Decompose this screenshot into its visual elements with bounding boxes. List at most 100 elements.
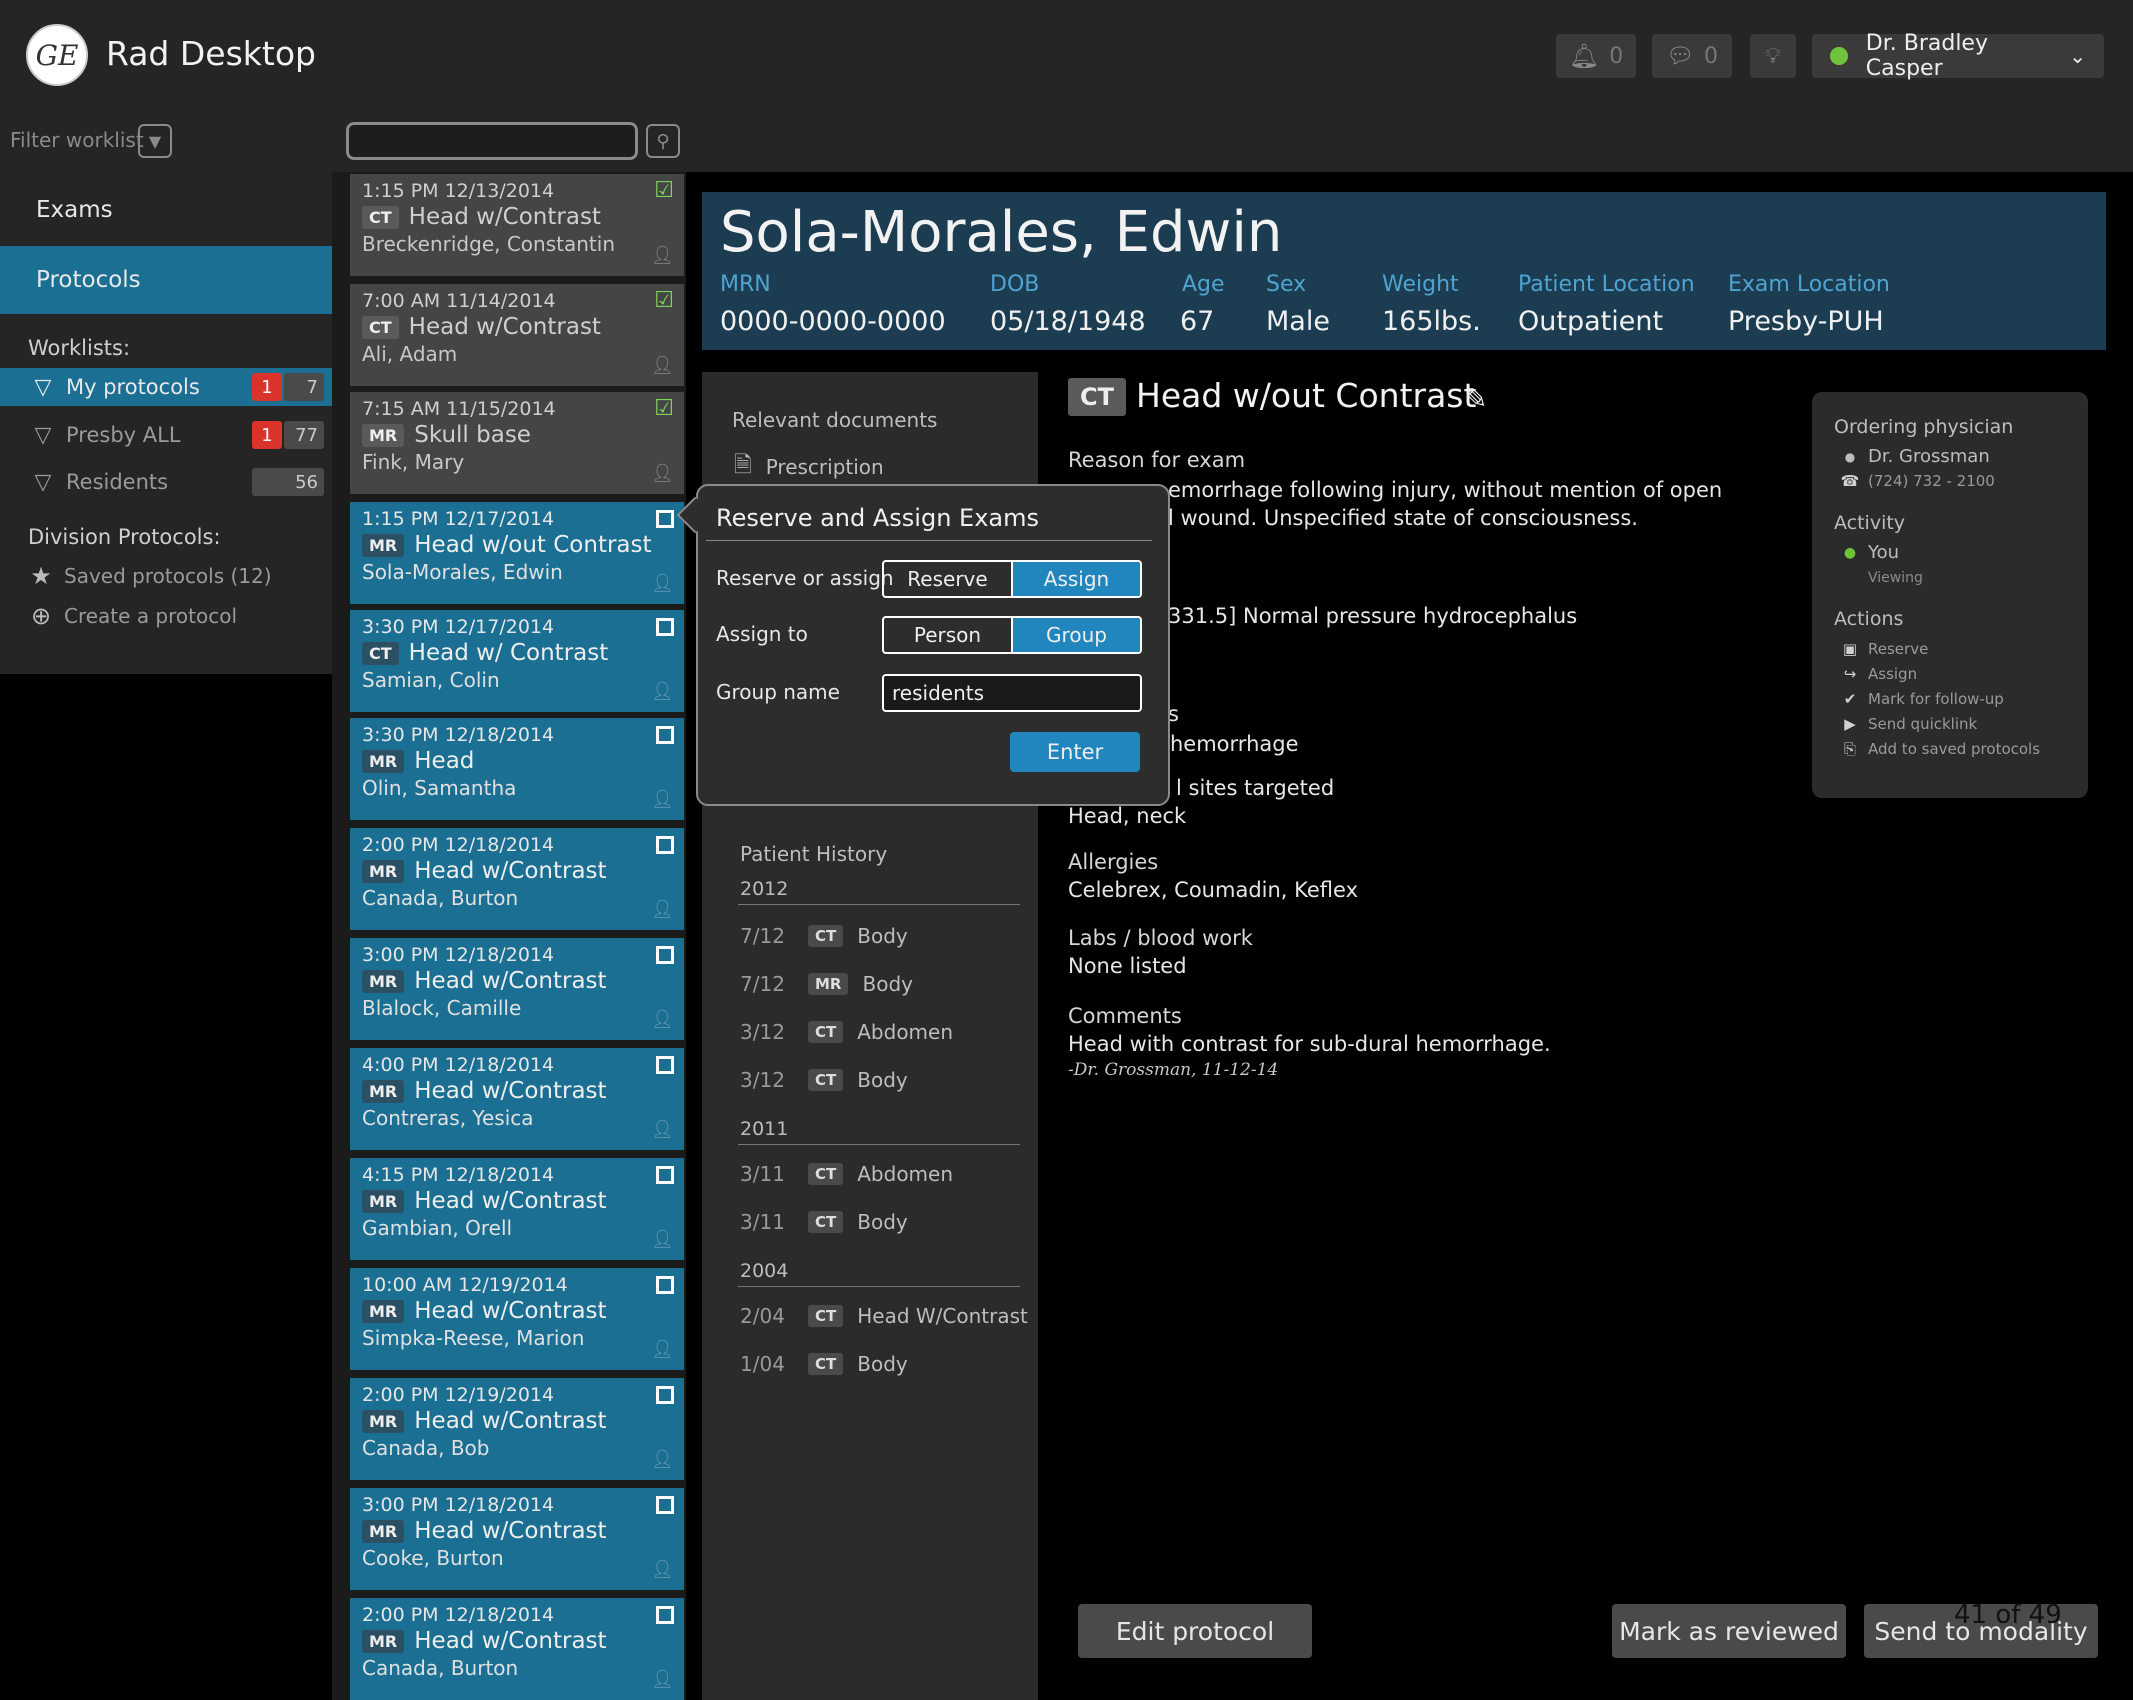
ordering-physician-phone[interactable]: ☎ (724) 732 - 2100 (1840, 472, 1995, 490)
worklist-card[interactable]: 3:00 PM 12/18/2014 MR Head w/Contrast Cooke… (350, 1488, 684, 1590)
checkbox[interactable] (656, 726, 674, 744)
worklist-my-protocols[interactable]: ▽ My protocols 1 7 (0, 368, 332, 406)
person-icon: 👤︎ (651, 355, 674, 376)
person-option[interactable]: Person (884, 618, 1011, 652)
worklist-card[interactable]: 3:00 PM 12/18/2014 MR Head w/Contrast Blalo… (350, 938, 684, 1040)
history-date: 3/12 (740, 1020, 785, 1044)
modality-badge: MR (362, 859, 405, 883)
history-item[interactable]: 1/04 CT Body (740, 1352, 908, 1376)
checkbox[interactable] (656, 1496, 674, 1514)
group-name-input[interactable] (882, 674, 1142, 712)
user-menu-button[interactable]: Dr. Bradley Casper ⌄ (1812, 31, 2104, 81)
mark-reviewed-button[interactable]: Mark as reviewed (1612, 1604, 1846, 1658)
worklist-card[interactable]: 3:30 PM 12/18/2014 MR Head Olin, Samantha 👤︎ (350, 718, 684, 820)
card-patient: Sola-Morales, Edwin (362, 560, 563, 584)
checkbox[interactable] (656, 510, 674, 528)
card-exam-row: CT Head w/Contrast (362, 204, 672, 230)
card-patient: Fink, Mary (362, 450, 465, 474)
card-exam: Head w/Contrast (414, 1078, 607, 1104)
worklist-card[interactable]: 2:00 PM 12/19/2014 MR Head w/Contrast Canad… (350, 1378, 684, 1480)
search-button[interactable]: ⚲ (646, 124, 680, 158)
reserve-option[interactable]: Reserve (884, 562, 1011, 596)
messages-button[interactable]: 💬︎ 0 (1652, 34, 1732, 78)
card-time: 2:00 PM 12/18/2014 (362, 834, 555, 856)
ordering-physician-name: ● Dr. Grossman (1840, 446, 1990, 467)
filter-button[interactable]: ▼ (138, 124, 172, 158)
history-item[interactable]: 2/04 CT Head W/Contrast (740, 1304, 1028, 1328)
action-mark-for-follow-up[interactable]: ✔ Mark for follow-up (1840, 690, 2004, 708)
worklist-card[interactable]: 2:00 PM 12/18/2014 MR Head w/Contrast Canad… (350, 828, 684, 930)
checkbox[interactable] (656, 1606, 674, 1624)
worklist-presby-all[interactable]: ▽ Presby ALL 1 77 (0, 416, 332, 454)
history-item[interactable]: 3/12 CT Body (740, 1068, 908, 1092)
history-item[interactable]: 3/11 CT Abdomen (740, 1162, 953, 1186)
card-exam: Skull base (414, 422, 531, 448)
worklist-card[interactable]: 1:15 PM 12/17/2014 MR Head w/out Contrast S… (350, 502, 684, 604)
worklist-card[interactable]: 7:00 AM 11/14/2014 CT Head w/Contrast Ali, … (350, 284, 684, 386)
history-item[interactable]: 7/12 MR Body (740, 972, 913, 996)
create-protocol-label: Create a protocol (64, 604, 238, 628)
checkbox[interactable] (656, 836, 674, 854)
checked-checkbox-icon[interactable]: ☑ (654, 178, 674, 203)
enter-button[interactable]: Enter (1010, 732, 1140, 772)
activity-state: Viewing (1868, 570, 1923, 586)
mrn-label: MRN (720, 272, 771, 297)
nav-exams[interactable]: Exams (0, 176, 332, 244)
modality-badge: MR (362, 533, 405, 557)
age-label: Age (1182, 272, 1225, 297)
checkbox[interactable] (656, 1166, 674, 1184)
action-reserve[interactable]: ▣ Reserve (1840, 640, 1928, 658)
comments-author: -Dr. Grossman, 11-12-14 (1068, 1060, 1279, 1080)
action-assign[interactable]: ↪ Assign (1840, 665, 1917, 683)
nav-protocols[interactable]: Protocols (0, 246, 332, 314)
checkbox[interactable] (656, 1276, 674, 1294)
person-icon: 👤︎ (651, 573, 674, 594)
history-item[interactable]: 3/12 CT Abdomen (740, 1020, 953, 1044)
pencil-icon[interactable]: ✎ (1464, 382, 1487, 415)
save-icon: ⎘ (1843, 740, 1856, 758)
worklist-card[interactable]: 4:15 PM 12/18/2014 MR Head w/Contrast Gambi… (350, 1158, 684, 1260)
search-input[interactable] (346, 122, 638, 160)
history-item[interactable]: 7/12 CT Body (740, 924, 908, 948)
saved-protocols-link[interactable]: ★ Saved protocols (12) (28, 562, 271, 590)
worklist-residents[interactable]: ▽ Residents 56 (0, 463, 332, 501)
card-exam-row: CT Head w/ Contrast (362, 640, 672, 666)
create-protocol-link[interactable]: ⊕ Create a protocol (28, 602, 237, 630)
person-icon: 👤︎ (651, 1229, 674, 1250)
worklist-card[interactable]: 10:00 AM 12/19/2014 MR Head w/Contrast Simp… (350, 1268, 684, 1370)
checkbox[interactable] (656, 1056, 674, 1074)
action-send-quicklink[interactable]: ▶ Send quicklink (1840, 715, 1977, 733)
labs-value: None listed (1068, 954, 1187, 978)
card-time: 3:00 PM 12/18/2014 (362, 944, 555, 966)
worklist-card[interactable]: 4:00 PM 12/18/2014 MR Head w/Contrast Contr… (350, 1048, 684, 1150)
modality-badge: MR (362, 969, 405, 993)
worklist-card[interactable]: 7:15 AM 11/15/2014 MR Skull base Fink, Mary… (350, 392, 684, 494)
card-patient: Ali, Adam (362, 342, 458, 366)
action-add-to-saved-protocols[interactable]: ⎘ Add to saved protocols (1840, 740, 2040, 758)
checked-checkbox-icon[interactable]: ☑ (654, 288, 674, 313)
history-item[interactable]: 3/11 CT Body (740, 1210, 908, 1234)
prescription-link[interactable]: 🗎 Prescription (734, 448, 884, 486)
worklist-card[interactable]: 1:15 PM 12/13/2014 CT Head w/Contrast Breck… (350, 174, 684, 276)
filter-icon: ▽ (34, 374, 52, 400)
exam-title: Head w/out Contrast (1136, 376, 1477, 415)
checkbox[interactable] (656, 1386, 674, 1404)
ordering-phone-text: (724) 732 - 2100 (1868, 472, 1995, 490)
worklist-card[interactable]: 3:30 PM 12/17/2014 CT Head w/ Contrast Sami… (350, 610, 684, 712)
tips-button[interactable]: 💡︎ (1750, 34, 1796, 78)
worklist-card[interactable]: 2:00 PM 12/18/2014 MR Head w/Contrast Canad… (350, 1598, 684, 1700)
send-icon: ▶ (1844, 715, 1856, 733)
assign-to-label: Assign to (716, 622, 808, 646)
chevron-down-icon: ⌄ (2069, 44, 2086, 68)
group-option[interactable]: Group (1011, 618, 1140, 652)
edit-protocol-button[interactable]: Edit protocol (1078, 1604, 1312, 1658)
history-exam: Body (857, 1352, 908, 1376)
checkbox[interactable] (656, 618, 674, 636)
notifications-button[interactable]: 🔔︎ 0 (1556, 34, 1636, 78)
checkbox[interactable] (656, 946, 674, 964)
action-label: Mark for follow-up (1868, 690, 2004, 708)
person-icon: 👤︎ (651, 899, 674, 920)
checked-checkbox-icon[interactable]: ☑ (654, 396, 674, 421)
assign-option[interactable]: Assign (1011, 562, 1140, 596)
history-exam: Abdomen (857, 1162, 954, 1186)
